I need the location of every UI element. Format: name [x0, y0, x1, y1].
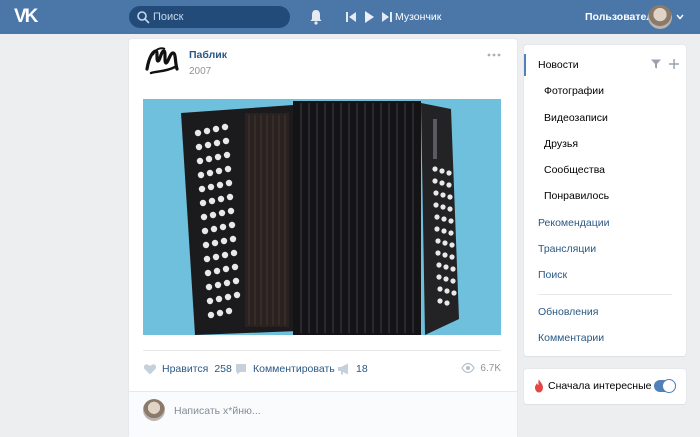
- share-count: 18: [356, 363, 368, 375]
- post-actions: Нравится 258 Комментировать 18 6.7K: [143, 362, 501, 380]
- views-count: 6.7K: [480, 362, 501, 374]
- like-label: Нравится: [162, 363, 209, 375]
- comment-label: Комментировать: [253, 363, 335, 375]
- feed-filter-menu: Новости Фотографии Видеозаписи Друзья Со…: [524, 45, 686, 356]
- fire-icon: [535, 379, 543, 393]
- menu-item-label: Сообщества: [544, 164, 605, 176]
- menu-item-recommendations[interactable]: Рекомендации: [524, 212, 686, 234]
- menu-item-photos[interactable]: Фотографии: [524, 80, 686, 102]
- menu-item-label: Фотографии: [544, 85, 605, 97]
- interesting-first-toggle-card: Сначала интересные: [524, 369, 686, 404]
- menu-item-comments[interactable]: Комментарии: [524, 327, 686, 349]
- menu-item-broadcasts[interactable]: Трансляции: [524, 238, 686, 260]
- menu-item-liked[interactable]: Понравилось: [524, 185, 686, 207]
- menu-item-label: Рекомендации: [538, 217, 610, 229]
- views-counter: 6.7K: [461, 362, 501, 374]
- top-header: VK Музончик Пользователь: [0, 0, 700, 34]
- search-input[interactable]: [153, 8, 283, 26]
- menu-item-friends[interactable]: Друзья: [524, 133, 686, 155]
- menu-item-updates[interactable]: Обновления: [524, 301, 686, 323]
- vk-logo[interactable]: VK: [14, 7, 40, 27]
- comment-icon: [236, 364, 246, 375]
- menu-item-label: Обновления: [538, 306, 599, 318]
- share-button[interactable]: 18: [337, 362, 368, 376]
- menu-item-label: Комментарии: [538, 332, 605, 344]
- interesting-first-switch[interactable]: [654, 379, 676, 393]
- menu-item-news[interactable]: Новости: [524, 54, 686, 76]
- menu-item-label: Понравилось: [544, 190, 610, 202]
- audio-player-controls: [344, 10, 398, 24]
- menu-item-label: Поиск: [538, 269, 568, 281]
- commenter-avatar[interactable]: [143, 399, 165, 421]
- eye-icon: [461, 362, 476, 374]
- play-icon[interactable]: [362, 10, 376, 24]
- comment-composer: [129, 392, 517, 437]
- filter-icon[interactable]: [650, 58, 662, 70]
- user-avatar[interactable]: [648, 5, 672, 29]
- megaphone-icon: [338, 363, 348, 375]
- community-avatar[interactable]: [143, 43, 181, 81]
- menu-item-label: Друзья: [544, 138, 579, 150]
- search-box[interactable]: [129, 6, 290, 28]
- chevron-down-icon[interactable]: [676, 14, 684, 20]
- post-image[interactable]: [143, 99, 501, 335]
- menu-item-label: Видеозаписи: [544, 112, 608, 124]
- switch-knob[interactable]: [662, 379, 676, 393]
- more-options-icon[interactable]: [487, 52, 501, 58]
- menu-item-search[interactable]: Поиск: [524, 264, 686, 286]
- comment-input[interactable]: [174, 402, 494, 420]
- search-icon: [137, 11, 150, 24]
- menu-item-label: Новости: [538, 59, 579, 71]
- next-track-icon[interactable]: [380, 10, 394, 24]
- menu-item-label: Трансляции: [538, 243, 597, 255]
- menu-item-communities[interactable]: Сообщества: [524, 159, 686, 181]
- menu-item-videos[interactable]: Видеозаписи: [524, 107, 686, 129]
- previous-track-icon[interactable]: [344, 10, 358, 24]
- heart-icon: [143, 364, 157, 375]
- feed-post: Паблик 2007 Нравится 258 Комментировать …: [129, 39, 517, 437]
- post-author-link[interactable]: Паблик: [189, 49, 227, 61]
- plus-icon[interactable]: [668, 58, 680, 70]
- post-divider: [143, 350, 501, 351]
- menu-separator: [538, 294, 672, 295]
- like-button[interactable]: Нравится 258: [143, 362, 232, 376]
- post-date[interactable]: 2007: [189, 66, 211, 77]
- current-track-title[interactable]: Музончик: [395, 11, 441, 23]
- notifications-bell-icon[interactable]: [309, 9, 323, 25]
- like-count: 258: [214, 363, 232, 375]
- accordion-image: [143, 99, 501, 335]
- comment-button[interactable]: Комментировать: [234, 362, 335, 376]
- toggle-label: Сначала интересные: [548, 380, 652, 392]
